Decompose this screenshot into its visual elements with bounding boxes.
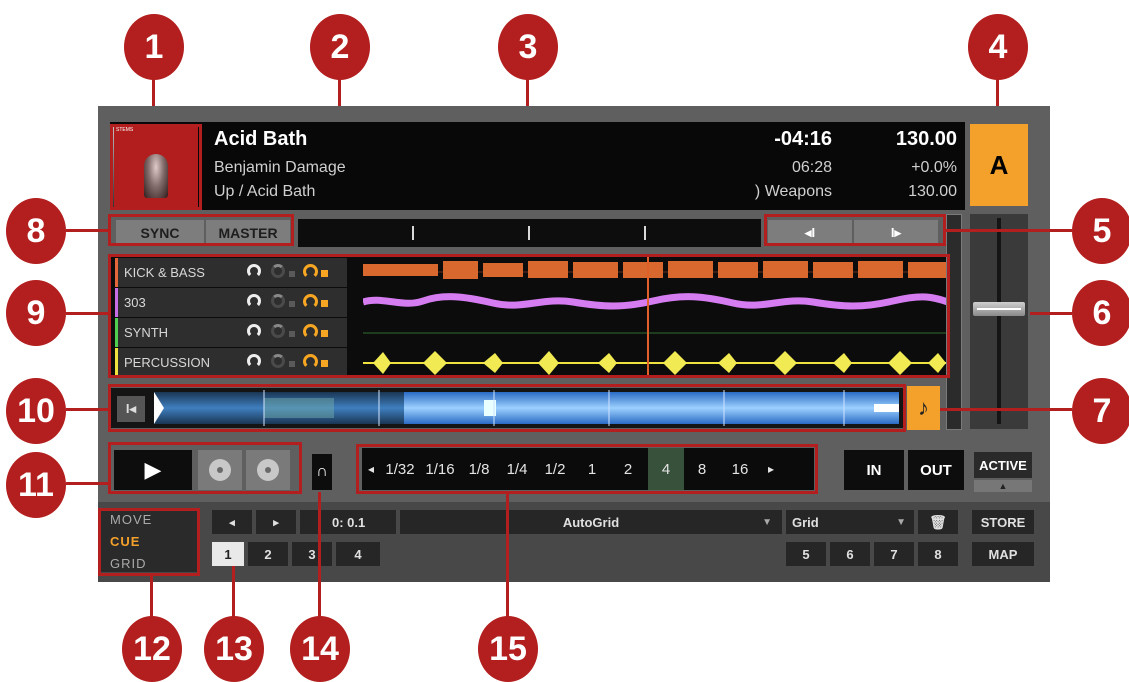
callout-6: 6 — [1072, 280, 1129, 346]
callout-4: 4 — [968, 14, 1028, 80]
tempo-display: +0.0% — [911, 159, 957, 176]
highlight-8 — [108, 214, 294, 246]
callout-1: 1 — [124, 14, 184, 80]
highlight-1 — [110, 124, 202, 210]
hotcue-1[interactable]: 1 — [212, 542, 244, 566]
callout-13: 13 — [204, 616, 264, 682]
callout-12: 12 — [122, 616, 182, 682]
cue-panel: MOVE CUE GRID ◂ ▸ 0: 0.1 AutoGrid ▼ Grid… — [98, 502, 1050, 582]
track-length: 06:28 — [791, 159, 832, 176]
highlight-9 — [108, 254, 950, 378]
snap-button[interactable]: ∩ — [312, 454, 332, 490]
hotcue-3[interactable]: 3 — [292, 542, 332, 566]
callout-10: 10 — [6, 378, 66, 444]
active-toggle-arrow[interactable]: ▲ — [974, 480, 1032, 492]
loop-out-button[interactable]: OUT — [908, 450, 964, 490]
hotcue-4[interactable]: 4 — [336, 542, 380, 566]
track-header: STEMS Acid Bath Benjamin Damage Up / Aci… — [110, 122, 965, 210]
track-album: Up / Acid Bath — [214, 183, 316, 200]
hotcue-2[interactable]: 2 — [248, 542, 288, 566]
callout-2: 2 — [310, 14, 370, 80]
cue-name-value: Grid — [792, 514, 819, 530]
grid-note-icon[interactable]: ♪ — [907, 386, 940, 430]
highlight-10 — [108, 384, 906, 432]
callout-8: 8 — [6, 198, 66, 264]
callout-14: 14 — [290, 616, 350, 682]
highlight-12 — [98, 508, 200, 576]
remaining-time: -04:16 — [774, 128, 832, 150]
loop-in-button[interactable]: IN — [844, 450, 904, 490]
highlight-11 — [108, 442, 302, 494]
callout-9: 9 — [6, 280, 66, 346]
callout-3: 3 — [498, 14, 558, 80]
track-extra: ) Weapons — [754, 183, 832, 200]
callout-7: 7 — [1072, 378, 1129, 444]
hotcue-5[interactable]: 5 — [786, 542, 826, 566]
cue-name-select[interactable]: Grid ▼ — [786, 510, 914, 534]
callout-15: 15 — [478, 616, 538, 682]
tempo-fader-handle[interactable] — [973, 302, 1025, 316]
highlight-15 — [356, 444, 818, 494]
hotcue-7[interactable]: 7 — [874, 542, 914, 566]
cue-type-value: AutoGrid — [562, 514, 620, 530]
cue-nav-left[interactable]: ◂ — [212, 510, 252, 534]
trash-icon[interactable]: 🗑 — [918, 510, 958, 534]
hotcue-8[interactable]: 8 — [918, 542, 958, 566]
cue-type-select[interactable]: AutoGrid ▼ — [400, 510, 782, 534]
chevron-down-icon: ▼ — [896, 516, 906, 528]
cue-position: 0: 0.1 — [300, 510, 396, 534]
original-bpm: 130.00 — [908, 183, 957, 200]
highlight-5 — [764, 214, 946, 246]
hotcue-6[interactable]: 6 — [830, 542, 870, 566]
phase-meter — [298, 219, 761, 247]
loop-active-button[interactable]: ACTIVE — [974, 452, 1032, 478]
chevron-down-icon: ▼ — [762, 516, 772, 528]
track-title: Acid Bath — [214, 128, 308, 150]
tempo-fader[interactable] — [970, 214, 1028, 429]
callout-5: 5 — [1072, 198, 1129, 264]
map-button[interactable]: MAP — [972, 542, 1034, 566]
store-button[interactable]: STORE — [972, 510, 1034, 534]
callout-11: 11 — [6, 452, 66, 518]
bpm-display: 130.00 — [895, 128, 957, 150]
track-artist: Benjamin Damage — [214, 159, 346, 176]
deck-letter[interactable]: A — [970, 124, 1028, 206]
cue-nav-right[interactable]: ▸ — [256, 510, 296, 534]
